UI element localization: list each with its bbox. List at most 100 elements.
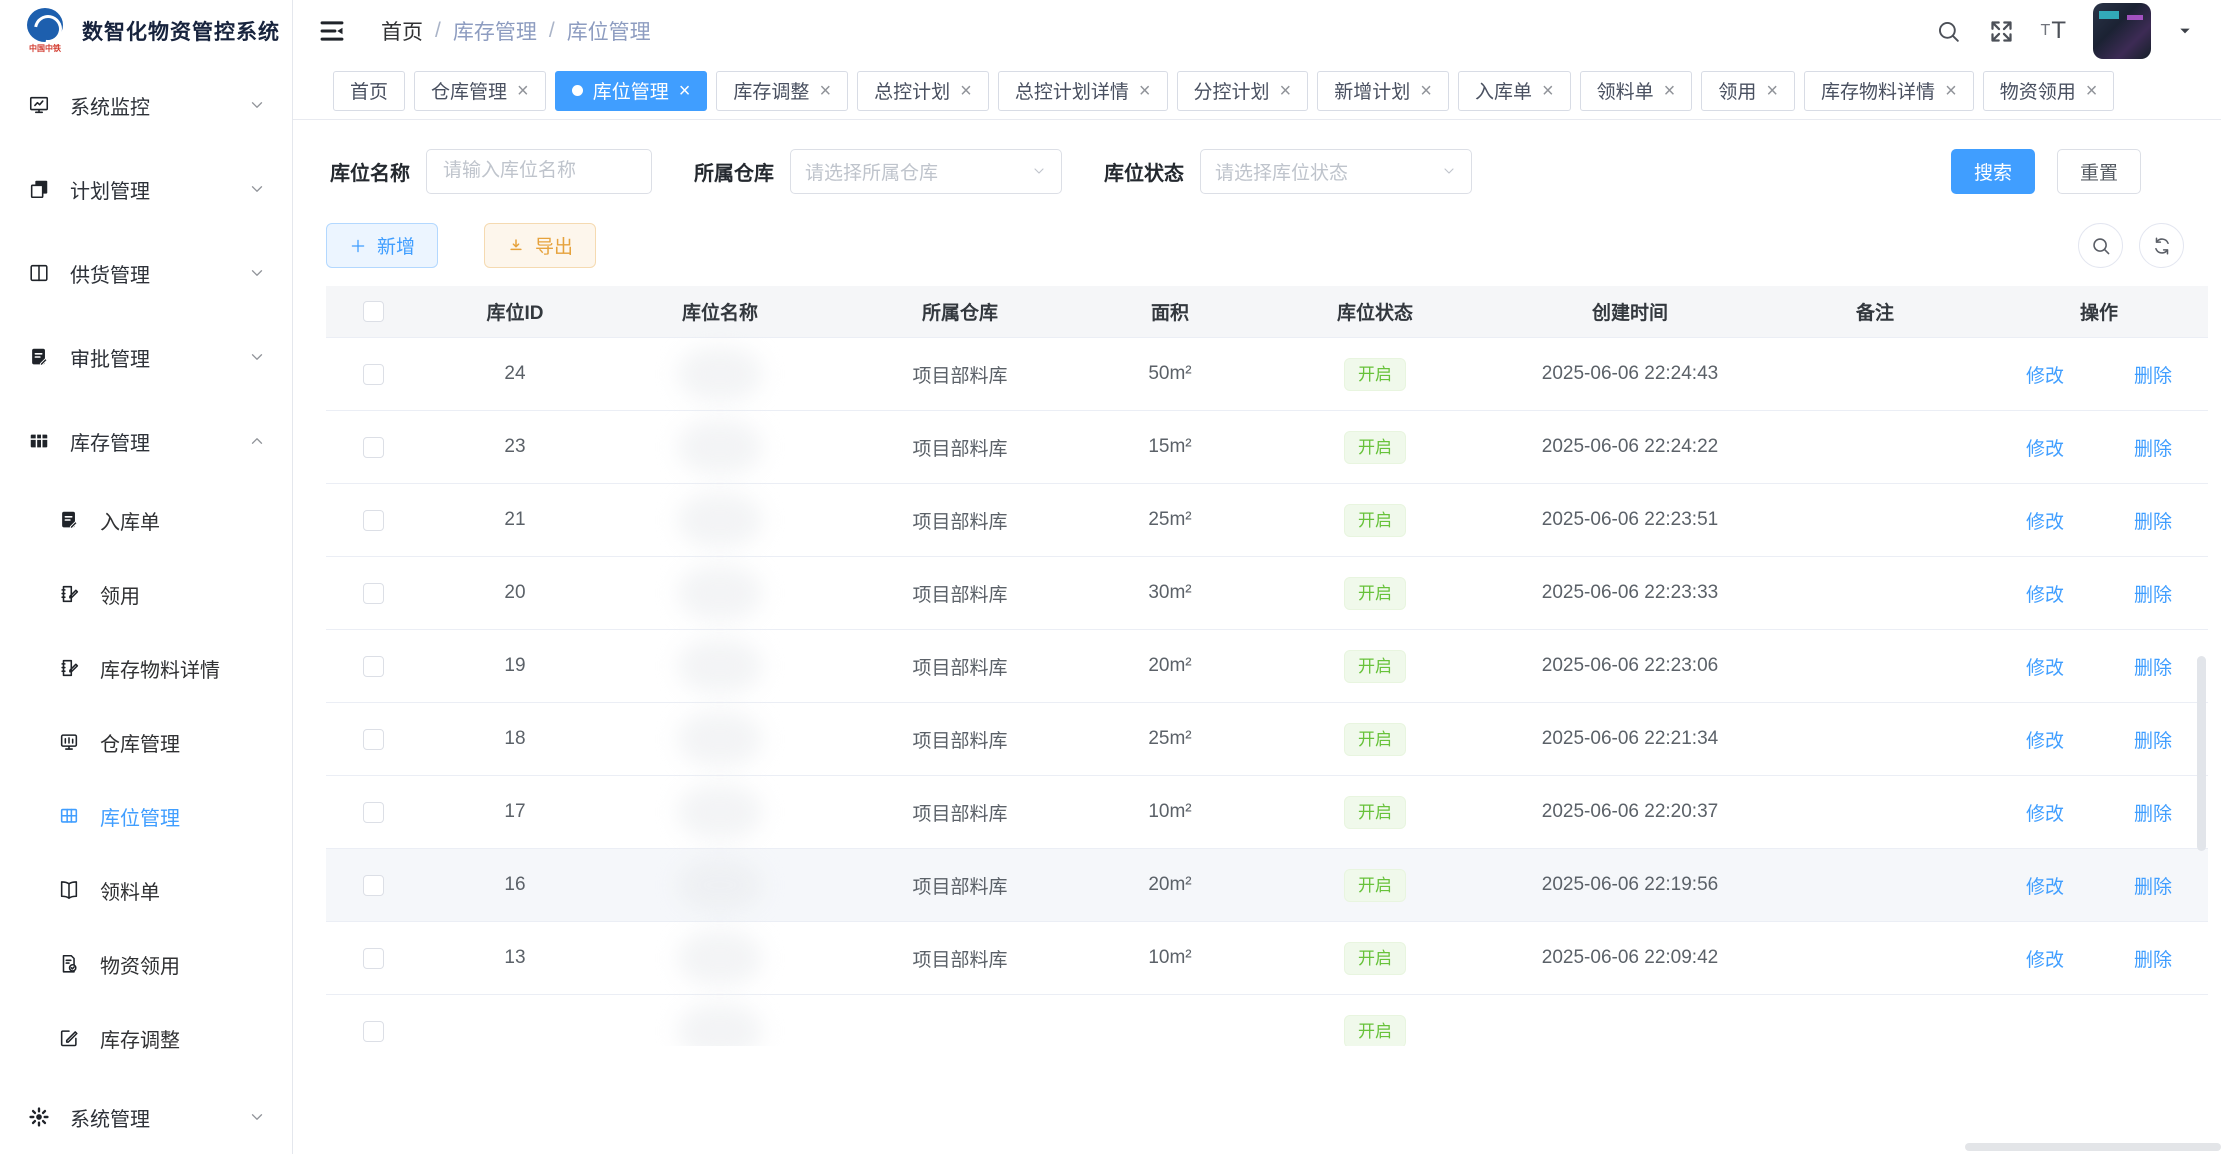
edit-link[interactable]: 修改 <box>2026 945 2064 972</box>
table-row[interactable]: 开启 <box>326 995 2208 1046</box>
tab-仓库管理[interactable]: 仓库管理× <box>414 71 546 111</box>
close-icon[interactable]: × <box>960 81 972 101</box>
tab-领用[interactable]: 领用× <box>1701 71 1795 111</box>
table-row[interactable]: 24项目部料库50m²开启2025-06-06 22:24:43修改删除 <box>326 338 2208 411</box>
close-icon[interactable]: × <box>1664 81 1676 101</box>
sidebar-item-物资领用[interactable]: 物资领用 <box>0 934 292 994</box>
delete-link[interactable]: 删除 <box>2134 434 2172 461</box>
edit-link[interactable]: 修改 <box>2026 361 2064 388</box>
close-icon[interactable]: × <box>1542 81 1554 101</box>
close-icon[interactable]: × <box>1280 81 1292 101</box>
table-row[interactable]: 18项目部料库25m²开启2025-06-06 22:21:34修改删除 <box>326 703 2208 776</box>
close-icon[interactable]: × <box>679 81 691 101</box>
delete-link[interactable]: 删除 <box>2134 361 2172 388</box>
breadcrumb-inventory[interactable]: 库存管理 <box>453 16 537 46</box>
tab-分控计划[interactable]: 分控计划× <box>1177 71 1309 111</box>
close-icon[interactable]: × <box>1766 81 1778 101</box>
row-checkbox[interactable] <box>363 437 384 458</box>
row-checkbox[interactable] <box>363 948 384 969</box>
location-name-input[interactable] <box>426 149 652 194</box>
table-row[interactable]: 19项目部料库20m²开启2025-06-06 22:23:06修改删除 <box>326 630 2208 703</box>
edit-link[interactable]: 修改 <box>2026 872 2064 899</box>
row-checkbox[interactable] <box>363 583 384 604</box>
sidebar-item-库存调整[interactable]: 库存调整 <box>0 1008 292 1068</box>
tab-入库单[interactable]: 入库单× <box>1458 71 1571 111</box>
row-checkbox[interactable] <box>363 729 384 750</box>
sidebar-item-系统管理[interactable]: 系统管理 <box>0 1082 292 1152</box>
sidebar-item-仓库管理[interactable]: 仓库管理 <box>0 712 292 772</box>
refresh-button[interactable] <box>2139 223 2184 268</box>
font-size-icon[interactable]: TT <box>2041 19 2067 43</box>
tab-新增计划[interactable]: 新增计划× <box>1317 71 1449 111</box>
row-checkbox[interactable] <box>363 656 384 677</box>
table-row[interactable]: 23项目部料库15m²开启2025-06-06 22:24:22修改删除 <box>326 411 2208 484</box>
redacted-name <box>678 420 762 474</box>
cell-created: 2025-06-06 22:19:56 <box>1500 874 1760 896</box>
tab-总控计划详情[interactable]: 总控计划详情× <box>998 71 1168 111</box>
warehouse-select[interactable]: 请选择所属仓库 <box>790 149 1062 194</box>
export-button[interactable]: 导出 <box>484 223 596 268</box>
tab-首页[interactable]: 首页 <box>333 71 405 111</box>
delete-link[interactable]: 删除 <box>2134 653 2172 680</box>
table-search-toggle-button[interactable] <box>2078 223 2123 268</box>
sidebar-item-计划管理[interactable]: 计划管理 <box>0 154 292 224</box>
table-row[interactable]: 16项目部料库20m²开启2025-06-06 22:19:56修改删除 <box>326 849 2208 922</box>
tab-领料单[interactable]: 领料单× <box>1580 71 1693 111</box>
delete-link[interactable]: 删除 <box>2134 580 2172 607</box>
fullscreen-icon[interactable] <box>1988 18 2015 45</box>
table-row[interactable]: 17项目部料库10m²开启2025-06-06 22:20:37修改删除 <box>326 776 2208 849</box>
horizontal-scrollbar[interactable] <box>1965 1143 2221 1151</box>
sidebar-item-供货管理[interactable]: 供货管理 <box>0 238 292 308</box>
search-icon[interactable] <box>1935 18 1962 45</box>
delete-link[interactable]: 删除 <box>2134 945 2172 972</box>
breadcrumb-home[interactable]: 首页 <box>381 16 423 46</box>
status-select[interactable]: 请选择库位状态 <box>1200 149 1472 194</box>
edit-link[interactable]: 修改 <box>2026 726 2064 753</box>
search-button[interactable]: 搜索 <box>1951 149 2035 194</box>
delete-link[interactable]: 删除 <box>2134 872 2172 899</box>
avatar[interactable] <box>2093 3 2151 59</box>
sidebar-item-领用[interactable]: 领用 <box>0 564 292 624</box>
gear-icon <box>28 1106 50 1128</box>
edit-link[interactable]: 修改 <box>2026 653 2064 680</box>
delete-link[interactable]: 删除 <box>2134 726 2172 753</box>
edit-link[interactable]: 修改 <box>2026 434 2064 461</box>
edit-link[interactable]: 修改 <box>2026 507 2064 534</box>
row-checkbox[interactable] <box>363 802 384 823</box>
tab-库位管理[interactable]: 库位管理× <box>555 71 708 111</box>
sidebar-item-入库单[interactable]: 入库单 <box>0 490 292 550</box>
close-icon[interactable]: × <box>2086 81 2098 101</box>
add-button[interactable]: 新增 <box>326 223 438 268</box>
table-row[interactable]: 13项目部料库10m²开启2025-06-06 22:09:42修改删除 <box>326 922 2208 995</box>
close-icon[interactable]: × <box>517 81 529 101</box>
close-icon[interactable]: × <box>819 81 831 101</box>
reset-button[interactable]: 重置 <box>2057 149 2141 194</box>
sidebar-item-领料单[interactable]: 领料单 <box>0 860 292 920</box>
tab-总控计划[interactable]: 总控计划× <box>857 71 989 111</box>
tab-库存调整[interactable]: 库存调整× <box>716 71 848 111</box>
select-all-checkbox[interactable] <box>363 301 384 322</box>
sidebar-item-库存物料详情[interactable]: 库存物料详情 <box>0 638 292 698</box>
sidebar-item-系统监控[interactable]: 系统监控 <box>0 70 292 140</box>
tab-物资领用[interactable]: 物资领用× <box>1983 71 2115 111</box>
close-icon[interactable]: × <box>1945 81 1957 101</box>
collapse-menu-icon[interactable] <box>317 16 347 46</box>
row-checkbox[interactable] <box>363 875 384 896</box>
caret-down-icon[interactable] <box>2177 23 2193 39</box>
edit-link[interactable]: 修改 <box>2026 799 2064 826</box>
close-icon[interactable]: × <box>1139 81 1151 101</box>
row-checkbox[interactable] <box>363 510 384 531</box>
row-checkbox[interactable] <box>363 1021 384 1042</box>
delete-link[interactable]: 删除 <box>2134 507 2172 534</box>
edit-link[interactable]: 修改 <box>2026 580 2064 607</box>
sidebar-item-库存管理[interactable]: 库存管理 <box>0 406 292 476</box>
delete-link[interactable]: 删除 <box>2134 799 2172 826</box>
row-checkbox[interactable] <box>363 364 384 385</box>
table-row[interactable]: 20项目部料库30m²开启2025-06-06 22:23:33修改删除 <box>326 557 2208 630</box>
tab-库存物料详情[interactable]: 库存物料详情× <box>1804 71 1974 111</box>
sidebar-item-库位管理[interactable]: 库位管理 <box>0 786 292 846</box>
table-row[interactable]: 21项目部料库25m²开启2025-06-06 22:23:51修改删除 <box>326 484 2208 557</box>
close-icon[interactable]: × <box>1420 81 1432 101</box>
vertical-scrollbar[interactable] <box>2197 656 2206 851</box>
sidebar-item-审批管理[interactable]: 审批管理 <box>0 322 292 392</box>
